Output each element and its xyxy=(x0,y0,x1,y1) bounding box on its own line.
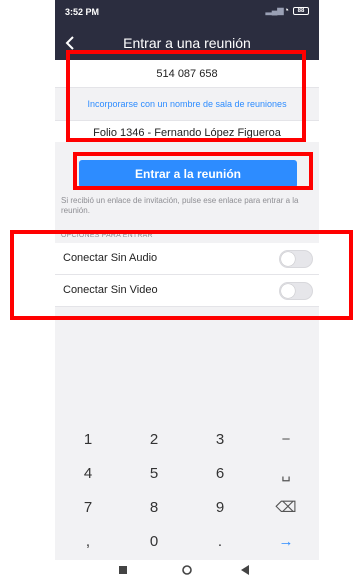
system-nav-bar xyxy=(55,560,319,580)
key-0[interactable]: 0 xyxy=(121,528,187,556)
option-row-no-video: Conectar Sin Video xyxy=(55,275,319,307)
toggle-knob xyxy=(281,252,295,266)
battery-icon: 88 xyxy=(293,6,309,15)
key-2[interactable]: 2 xyxy=(121,426,187,454)
option-label-no-audio: Conectar Sin Audio xyxy=(63,252,158,264)
meeting-id-input[interactable]: 514 087 658 xyxy=(55,60,319,88)
toggle-knob xyxy=(281,284,295,298)
key-3[interactable]: 3 xyxy=(187,426,253,454)
circle-icon xyxy=(182,565,192,575)
display-name-input[interactable]: Folio 1346 - Fernando López Figueroa xyxy=(55,120,319,142)
key-minus[interactable]: − xyxy=(253,426,319,454)
square-icon xyxy=(119,566,127,574)
option-row-no-audio: Conectar Sin Audio xyxy=(55,243,319,275)
backspace-icon[interactable]: ⌫ xyxy=(253,494,319,522)
system-back-button[interactable] xyxy=(239,564,251,576)
recent-apps-button[interactable] xyxy=(117,564,129,576)
space-icon[interactable]: ␣ xyxy=(253,460,319,488)
key-4[interactable]: 4 xyxy=(55,460,121,488)
phone-screen: 3:52 PM ▂▄▆ ◔ 88 Entrar a una reunión 51… xyxy=(55,0,319,580)
key-7[interactable]: 7 xyxy=(55,494,121,522)
key-period[interactable]: . xyxy=(187,528,253,556)
status-bar: 3:52 PM ▂▄▆ ◔ 88 xyxy=(55,0,319,26)
join-options-label: OPCIONES PARA ENTRAR xyxy=(61,232,153,239)
option-label-no-video: Conectar Sin Video xyxy=(63,284,158,296)
key-8[interactable]: 8 xyxy=(121,494,187,522)
join-meeting-button[interactable]: Entrar a la reunión xyxy=(79,160,297,188)
no-audio-toggle[interactable] xyxy=(279,250,313,268)
numeric-keypad: 1 2 3 − 4 5 6 ␣ 7 8 9 ⌫ , 0 . → xyxy=(55,420,319,560)
invitation-hint: Si recibió un enlace de invitación, puls… xyxy=(61,196,299,215)
key-9[interactable]: 9 xyxy=(187,494,253,522)
status-time: 3:52 PM xyxy=(65,7,100,17)
nav-bar: Entrar a una reunión xyxy=(55,26,319,60)
join-by-room-name-link[interactable]: Incorporarse con un nombre de sala de re… xyxy=(55,88,319,120)
wifi-icon: ◔ xyxy=(283,5,289,15)
triangle-back-icon xyxy=(241,565,249,575)
key-6[interactable]: 6 xyxy=(187,460,253,488)
key-1[interactable]: 1 xyxy=(55,426,121,454)
home-button[interactable] xyxy=(181,564,193,576)
status-icons: ▂▄▆ ◔ 88 xyxy=(266,6,309,15)
page-title: Entrar a una reunión xyxy=(123,35,251,51)
signal-icon: ▂▄▆ xyxy=(265,6,284,15)
enter-arrow-icon[interactable]: → xyxy=(253,528,319,556)
key-comma[interactable]: , xyxy=(55,528,121,556)
no-video-toggle[interactable] xyxy=(279,282,313,300)
key-5[interactable]: 5 xyxy=(121,460,187,488)
